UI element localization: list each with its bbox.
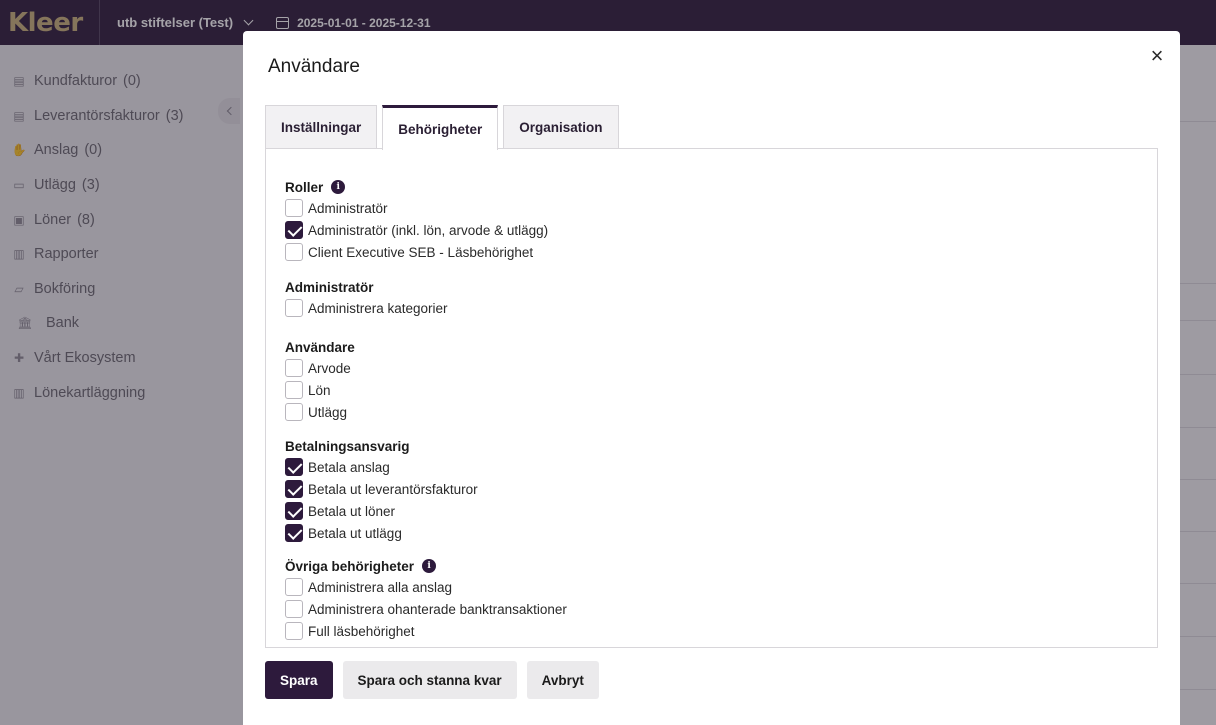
tab-behorigheter[interactable]: Behörigheter	[382, 105, 499, 150]
section-title: Betalningsansvarig	[285, 438, 410, 454]
checkbox-full-lasbehorighet[interactable]	[285, 622, 303, 640]
checkbox-row[interactable]: Betala ut leverantörsfakturor	[285, 479, 478, 499]
checkbox-betala-leverantorsfakturor[interactable]	[285, 480, 303, 498]
save-button[interactable]: Spara	[265, 661, 333, 699]
info-icon[interactable]: i	[422, 559, 437, 573]
checkbox-administrera-banktransaktioner[interactable]	[285, 600, 303, 618]
checkbox-label: Client Executive SEB - Läsbehörighet	[308, 244, 534, 260]
checkbox-row[interactable]: Betala ut löner	[285, 501, 478, 521]
checkbox-row[interactable]: Administrera ohanterade banktransaktione…	[285, 599, 567, 619]
tab-installningar[interactable]: Inställningar	[265, 105, 378, 149]
checkbox-row[interactable]: Administrera alla anslag	[285, 577, 567, 597]
checkbox-administrator[interactable]	[285, 199, 303, 217]
checkbox-label: Betala ut löner	[308, 503, 396, 519]
section-anvandare: Användare Arvode Lön Utlägg	[285, 338, 355, 422]
checkbox-row[interactable]: Administratör (inkl. lön, arvode & utläg…	[285, 220, 548, 240]
user-modal: Användare × Inställningar Behörigheter O…	[243, 31, 1180, 725]
checkbox-label: Administratör	[308, 200, 388, 216]
checkbox-utlagg[interactable]	[285, 403, 303, 421]
checkbox-row[interactable]: Administrera kategorier	[285, 298, 448, 318]
checkbox-administrera-alla-anslag[interactable]	[285, 578, 303, 596]
checkbox-label: Lön	[308, 382, 331, 398]
checkbox-lon[interactable]	[285, 381, 303, 399]
checkbox-label: Utlägg	[308, 404, 348, 420]
checkbox-label: Administrera ohanterade banktransaktione…	[308, 601, 567, 617]
modal-title: Användare	[268, 56, 360, 77]
cancel-button[interactable]: Avbryt	[526, 661, 599, 699]
section-title: Roller	[285, 179, 324, 195]
checkbox-betala-loner[interactable]	[285, 502, 303, 520]
checkbox-label: Administratör (inkl. lön, arvode & utläg…	[308, 222, 549, 238]
checkbox-betala-utlagg[interactable]	[285, 524, 303, 542]
checkbox-label: Full läsbehörighet	[308, 623, 415, 639]
section-roller: Roller i Administratör Administratör (in…	[285, 178, 548, 262]
save-and-stay-button[interactable]: Spara och stanna kvar	[342, 661, 517, 699]
permissions-panel: Roller i Administratör Administratör (in…	[265, 148, 1158, 648]
checkbox-label: Administrera alla anslag	[308, 579, 453, 595]
checkbox-row[interactable]: Client Executive SEB - Läsbehörighet	[285, 242, 548, 262]
checkbox-label: Betala ut utlägg	[308, 525, 402, 541]
checkbox-row[interactable]: Administratör	[285, 198, 548, 218]
section-title: Administratör	[285, 279, 374, 295]
section-betalningsansvarig: Betalningsansvarig Betala anslag Betala …	[285, 437, 478, 543]
modal-tabs: Inställningar Behörigheter Organisation	[265, 105, 619, 150]
checkbox-label: Betala ut leverantörsfakturor	[308, 481, 478, 497]
checkbox-row[interactable]: Lön	[285, 380, 355, 400]
checkbox-row[interactable]: Betala anslag	[285, 457, 478, 477]
checkbox-arvode[interactable]	[285, 359, 303, 377]
checkbox-administrator-inkl[interactable]	[285, 221, 303, 239]
checkbox-row[interactable]: Utlägg	[285, 402, 355, 422]
checkbox-label: Administrera kategorier	[308, 300, 448, 316]
checkbox-row[interactable]: Arvode	[285, 358, 355, 378]
checkbox-row[interactable]: Betala ut utlägg	[285, 523, 478, 543]
section-administrator: Administratör Administrera kategorier	[285, 278, 448, 318]
checkbox-label: Betala anslag	[308, 459, 390, 475]
checkbox-label: Arvode	[308, 360, 351, 376]
section-title: Användare	[285, 339, 355, 355]
close-icon[interactable]: ×	[1147, 45, 1167, 67]
section-title: Övriga behörigheter	[285, 558, 415, 574]
checkbox-betala-anslag[interactable]	[285, 458, 303, 476]
info-icon[interactable]: i	[331, 180, 346, 194]
modal-footer: Spara Spara och stanna kvar Avbryt	[265, 661, 599, 699]
tab-organisation[interactable]: Organisation	[503, 105, 619, 149]
section-ovriga-behorigheter: Övriga behörigheter i Administrera alla …	[285, 557, 567, 641]
checkbox-administrera-kategorier[interactable]	[285, 299, 303, 317]
checkbox-row[interactable]: Full läsbehörighet	[285, 621, 567, 641]
checkbox-client-executive[interactable]	[285, 243, 303, 261]
